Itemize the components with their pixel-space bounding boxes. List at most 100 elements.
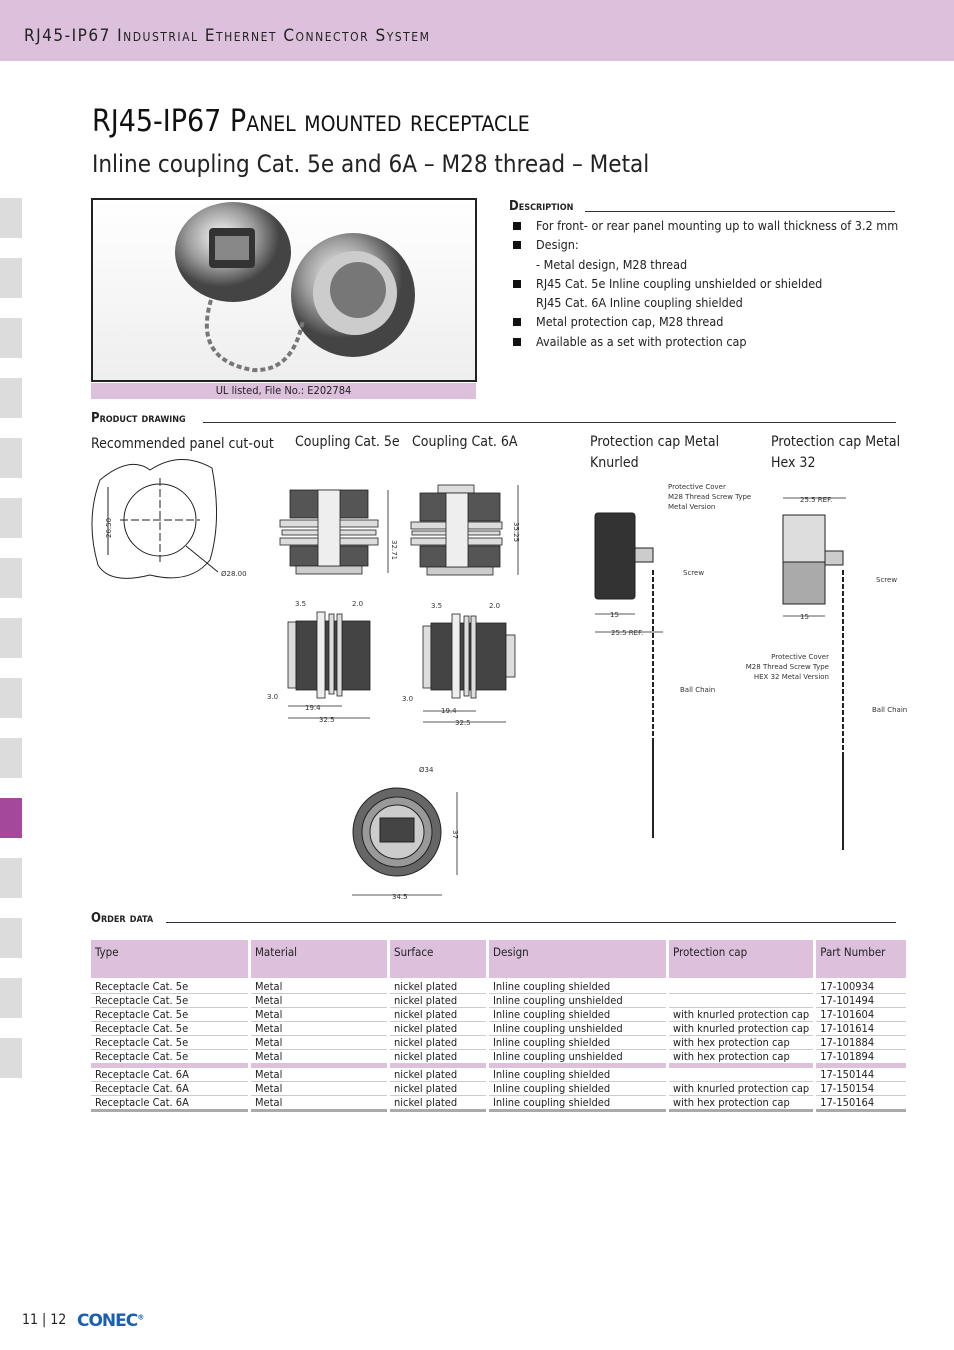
table-cell: with knurled protection cap (669, 1082, 814, 1096)
callout-hex-line3: HEX 32 Metal Version (754, 673, 829, 681)
table-cell: Receptacle Cat. 6A (91, 1096, 248, 1112)
column-header: Protection cap (669, 940, 814, 978)
dim-5e-2.0: 2.0 (352, 600, 363, 608)
column-header: Surface (390, 940, 486, 978)
table-cell: Receptacle Cat. 5e (91, 1022, 248, 1036)
table-cell: Receptacle Cat. 5e (91, 994, 248, 1008)
side-tab[interactable] (0, 978, 22, 1018)
callout-hex-screw: Screw (876, 576, 897, 584)
column-header: Type (91, 940, 248, 978)
dim-5e-height: 32.71 (390, 540, 398, 560)
dim-phi34: Ø34 (419, 766, 434, 774)
table-cell: 17-150164 (816, 1096, 907, 1112)
table-cell: nickel plated (390, 1036, 486, 1050)
dim-hex-15: 15 (800, 613, 809, 621)
dim-6a-19.4: 19.4 (441, 707, 457, 715)
side-tab[interactable] (0, 1038, 22, 1078)
dim-cap-ref: 25.5 REF. (611, 629, 643, 637)
table-cell: Metal (251, 1050, 387, 1068)
table-row: Receptacle Cat. 5e Metal nickel plated Inli… (91, 1022, 907, 1036)
dim-5e-3.0: 3.0 (267, 693, 278, 701)
side-tab[interactable] (0, 918, 22, 958)
table-cell: Inline coupling shielded (489, 1068, 666, 1082)
table-cell: Inline coupling unshielded (489, 994, 666, 1008)
dim-6a-3.5: 3.5 (431, 602, 442, 610)
page-number: 11 | 12 (22, 1312, 67, 1328)
table-cell: Inline coupling unshielded (489, 1050, 666, 1068)
callout-hex-line1: Protective Cover (771, 653, 829, 661)
table-cell (669, 994, 814, 1008)
dim-cap-15: 15 (610, 611, 619, 619)
table-row: Receptacle Cat. 5e Metal nickel plated Inli… (91, 1050, 907, 1068)
table-cell: Metal (251, 1082, 387, 1096)
table-row: Receptacle Cat. 6A Metal nickel plated Inli… (91, 1096, 907, 1112)
dim-cut-diameter: Ø28.00 (221, 570, 247, 578)
dim-5e-32.5: 32.5 (319, 716, 335, 724)
callout-hex-chain: Ball Chain (872, 706, 907, 714)
table-cell: nickel plated (390, 1008, 486, 1022)
table-cell: nickel plated (390, 978, 486, 994)
dim-6a-2.0: 2.0 (489, 602, 500, 610)
dim-5e-3.5: 3.5 (295, 600, 306, 608)
dim-6a-height: 35.25 (512, 522, 520, 542)
order-heading: Order data (91, 911, 154, 926)
conec-logo: CONEC® (77, 1311, 144, 1331)
table-cell: with knurled protection cap (669, 1022, 814, 1036)
table-cell: Receptacle Cat. 5e (91, 978, 248, 994)
order-table: Type Material Surface Design Protection cap P… (88, 940, 909, 1112)
dim-6a-32.5: 32.5 (455, 719, 471, 727)
table-cell: nickel plated (390, 1082, 486, 1096)
table-cell: 17-101494 (816, 994, 907, 1008)
coupling-face-view (352, 787, 458, 896)
column-header: Material (251, 940, 387, 978)
table-cell: Receptacle Cat. 5e (91, 1008, 248, 1022)
table-cell: 17-150144 (816, 1068, 907, 1082)
table-cell: Inline coupling shielded (489, 1082, 666, 1096)
callout-cover-line2: M28 Thread Screw Type (668, 493, 751, 501)
table-cell: with hex protection cap (669, 1050, 814, 1068)
table-cell: nickel plated (390, 1096, 486, 1112)
column-header: Design (489, 940, 666, 978)
table-cell: Metal (251, 1068, 387, 1082)
table-row: Receptacle Cat. 5e Metal nickel plated Inli… (91, 994, 907, 1008)
table-cell: with hex protection cap (669, 1096, 814, 1112)
table-cell: nickel plated (390, 1022, 486, 1036)
knurled-cap-drawing (594, 512, 663, 838)
table-cell: Receptacle Cat. 6A (91, 1082, 248, 1096)
table-cell: 17-100934 (816, 978, 907, 994)
table-row: Receptacle Cat. 5e Metal nickel plated Inli… (91, 1008, 907, 1022)
table-cell: Receptacle Cat. 5e (91, 1050, 248, 1068)
dim-cut-height: 26.50 (105, 518, 113, 538)
table-cell: with knurled protection cap (669, 1008, 814, 1022)
column-header: Part Number (816, 940, 907, 978)
coupling-5e-side (279, 489, 389, 575)
table-cell: nickel plated (390, 1068, 486, 1082)
table-cell: 17-150154 (816, 1082, 907, 1096)
table-cell: Metal (251, 1022, 387, 1036)
table-cell: Inline coupling unshielded (489, 1022, 666, 1036)
table-cell: Inline coupling shielded (489, 1036, 666, 1050)
table-cell: Inline coupling shielded (489, 1008, 666, 1022)
table-cell: 17-101894 (816, 1050, 907, 1068)
dim-hex-ref: 25.5 REF. (800, 496, 832, 504)
callout-cover-line1: Protective Cover (668, 483, 726, 491)
dim-34.5: 34.5 (392, 893, 408, 901)
table-cell: Inline coupling shielded (489, 978, 666, 994)
divider (166, 922, 896, 923)
table-cell: Metal (251, 994, 387, 1008)
table-cell: Receptacle Cat. 5e (91, 1036, 248, 1050)
technical-drawings: 26.50 Ø28.00 32.71 35.25 3.5 2.0 3.0 19.… (91, 459, 907, 901)
dim-5e-19.4: 19.4 (305, 704, 321, 712)
table-cell: nickel plated (390, 994, 486, 1008)
table-cell: Receptacle Cat. 6A (91, 1068, 248, 1082)
callout-hex-line2: M28 Thread Screw Type (746, 663, 829, 671)
table-cell: Metal (251, 1096, 387, 1112)
dim-37: 37 (451, 830, 459, 839)
coupling-5e-front (287, 611, 371, 719)
table-cell: with hex protection cap (669, 1036, 814, 1050)
table-cell (669, 978, 814, 994)
table-cell: 17-101604 (816, 1008, 907, 1022)
table-cell (669, 1068, 814, 1082)
table-cell: Metal (251, 1036, 387, 1050)
table-cell: 17-101614 (816, 1022, 907, 1036)
